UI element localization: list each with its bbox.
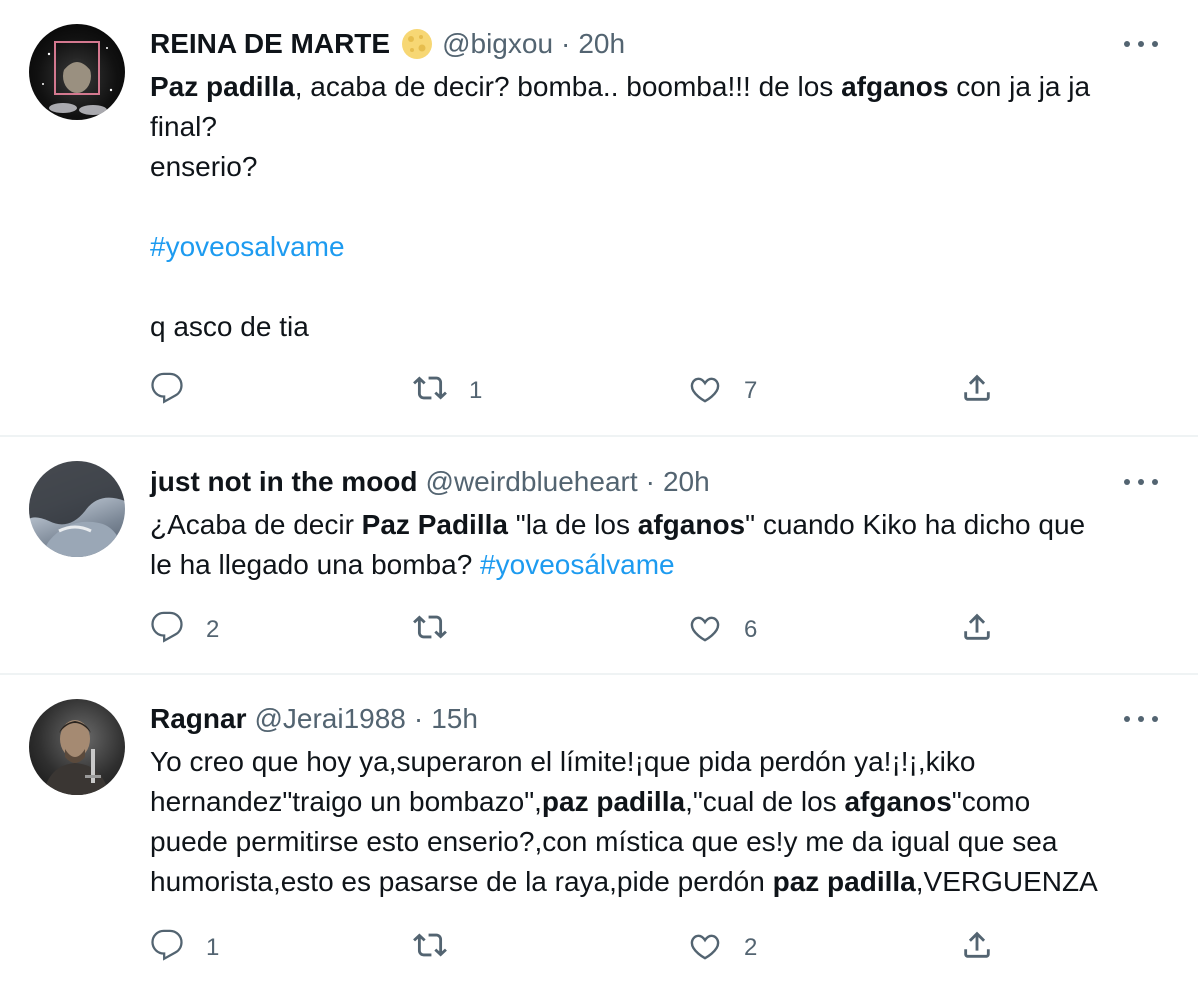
timestamp[interactable]: 20h: [663, 466, 710, 498]
share-button[interactable]: [960, 610, 994, 650]
retweet-icon: [413, 610, 447, 651]
avatar[interactable]: [29, 699, 125, 795]
like-count: 2: [744, 934, 758, 961]
like-count: 7: [744, 377, 758, 404]
more-icon[interactable]: [1124, 476, 1158, 488]
reply-icon: [150, 371, 184, 412]
reply-button[interactable]: 1: [150, 928, 219, 968]
timestamp[interactable]: 15h: [431, 703, 478, 735]
highlighted-term: Paz padilla: [150, 71, 295, 102]
text-segment: humorista,esto es pasarse de la raya,pid…: [150, 866, 773, 897]
moon-emoji-icon: [400, 27, 434, 61]
tweet-actions: 1 7: [150, 371, 1010, 411]
more-icon[interactable]: [1124, 38, 1158, 50]
tweet-actions: 1 2: [150, 928, 1010, 968]
tweet-header: just not in the mood @weirdblueheart · 2…: [150, 462, 710, 502]
tweet-text: Yo creo que hoy ya,superaron el límite!¡…: [150, 742, 1160, 902]
tweet-text-line: final?: [150, 107, 1160, 147]
display-name[interactable]: just not in the mood: [150, 466, 418, 498]
tweet-text-line: Paz padilla, acaba de decir? bomba.. boo…: [150, 67, 1160, 107]
text-segment: "como: [951, 786, 1031, 817]
hashtag-link[interactable]: #yoveosalvame: [150, 231, 345, 262]
tweet-text-line: humorista,esto es pasarse de la raya,pid…: [150, 862, 1160, 902]
separator-dot: ·: [413, 703, 424, 734]
highlighted-term: paz padilla: [541, 786, 686, 817]
tweet[interactable]: REINA DE MARTE @bigxou · 20h Paz padilla…: [0, 0, 1198, 437]
highlighted-term: afganos: [844, 786, 952, 817]
reply-button[interactable]: [150, 371, 206, 411]
tweet-text-line: enserio?: [150, 147, 1160, 187]
tweet-text: Paz padilla, acaba de decir? bomba.. boo…: [150, 67, 1160, 347]
tweet-text: ¿Acaba de decir Paz Padilla "la de los a…: [150, 505, 1160, 585]
text-segment: le ha llegado una bomba?: [150, 549, 481, 580]
tweet-header: REINA DE MARTE @bigxou · 20h: [150, 24, 625, 64]
like-button[interactable]: 2: [688, 928, 757, 968]
like-button[interactable]: 6: [688, 610, 757, 650]
text-segment: q asco de tia: [150, 311, 309, 342]
avatar[interactable]: [29, 461, 125, 557]
text-segment: Yo creo que hoy ya,superaron el límite!¡…: [150, 746, 976, 777]
retweet-icon: [413, 928, 447, 969]
tweet-text-line: [150, 267, 1160, 307]
retweet-button[interactable]: 1: [413, 371, 482, 411]
text-segment: enserio?: [150, 151, 258, 182]
retweet-button[interactable]: [413, 610, 469, 650]
text-segment: , acaba de decir? bomba.. boomba!!! de l…: [294, 71, 842, 102]
text-segment: ,"cual de los: [685, 786, 845, 817]
highlighted-term: paz padilla: [772, 866, 916, 897]
text-segment: " cuando Kiko ha dicho que: [745, 509, 1086, 540]
user-handle[interactable]: @bigxou: [442, 28, 553, 60]
retweet-button[interactable]: [413, 928, 469, 968]
tweet[interactable]: just not in the mood @weirdblueheart · 2…: [0, 437, 1198, 675]
user-handle[interactable]: @Jerai1988: [254, 703, 405, 735]
tweet-text-line: #yoveosalvame: [150, 227, 1160, 267]
share-icon: [960, 371, 994, 412]
retweet-icon: [413, 371, 447, 412]
tweet-header: Ragnar @Jerai1988 · 15h: [150, 699, 478, 739]
share-button[interactable]: [960, 371, 994, 411]
text-segment: con ja ja ja: [948, 71, 1091, 102]
text-segment: hernandez"traigo un bombazo",: [150, 786, 542, 817]
text-segment: final?: [150, 111, 217, 142]
tweet-text-line: le ha llegado una bomba? #yoveosálvame: [150, 545, 1160, 585]
text-segment: "la de los: [507, 509, 638, 540]
highlighted-term: afganos: [637, 509, 746, 540]
tweet-text-line: ¿Acaba de decir Paz Padilla "la de los a…: [150, 505, 1160, 545]
like-count: 6: [744, 616, 758, 643]
tweet-text-line: [150, 187, 1160, 227]
separator-dot: ·: [645, 466, 655, 497]
heart-icon: [688, 371, 722, 412]
reply-button[interactable]: 2: [150, 610, 219, 650]
reply-icon: [150, 610, 184, 651]
highlighted-term: afganos: [841, 71, 949, 102]
more-icon[interactable]: [1124, 713, 1158, 725]
user-handle[interactable]: @weirdblueheart: [426, 466, 638, 498]
avatar[interactable]: [29, 24, 125, 120]
separator-dot: ·: [561, 28, 571, 59]
share-icon: [960, 610, 994, 651]
share-button[interactable]: [960, 928, 994, 968]
share-icon: [960, 928, 994, 969]
retweet-count: 1: [469, 377, 483, 404]
text-segment: puede permitirse esto enserio?,con místi…: [150, 826, 1058, 857]
heart-icon: [688, 610, 722, 651]
tweet-text-line: puede permitirse esto enserio?,con místi…: [150, 822, 1160, 862]
tweet-text-line: Yo creo que hoy ya,superaron el límite!¡…: [150, 742, 1160, 782]
reply-icon: [150, 928, 184, 969]
reply-count: 1: [206, 934, 220, 961]
hashtag-link[interactable]: #yoveosálvame: [480, 549, 675, 580]
heart-icon: [688, 928, 722, 969]
reply-count: 2: [206, 616, 220, 643]
text-segment: ,VERGUENZA: [915, 866, 1098, 897]
text-segment: ¿Acaba de decir: [150, 509, 362, 540]
like-button[interactable]: 7: [688, 371, 757, 411]
tweet-text-line: hernandez"traigo un bombazo",paz padilla…: [150, 782, 1160, 822]
highlighted-term: Paz Padilla: [361, 509, 508, 540]
display-name[interactable]: Ragnar: [150, 703, 246, 735]
tweet-actions: 2 6: [150, 610, 1010, 650]
display-name[interactable]: REINA DE MARTE: [150, 28, 390, 60]
tweet[interactable]: Ragnar @Jerai1988 · 15h Yo creo que hoy …: [0, 675, 1198, 990]
timestamp[interactable]: 20h: [578, 28, 625, 60]
tweet-text-line: q asco de tia: [150, 307, 1160, 347]
